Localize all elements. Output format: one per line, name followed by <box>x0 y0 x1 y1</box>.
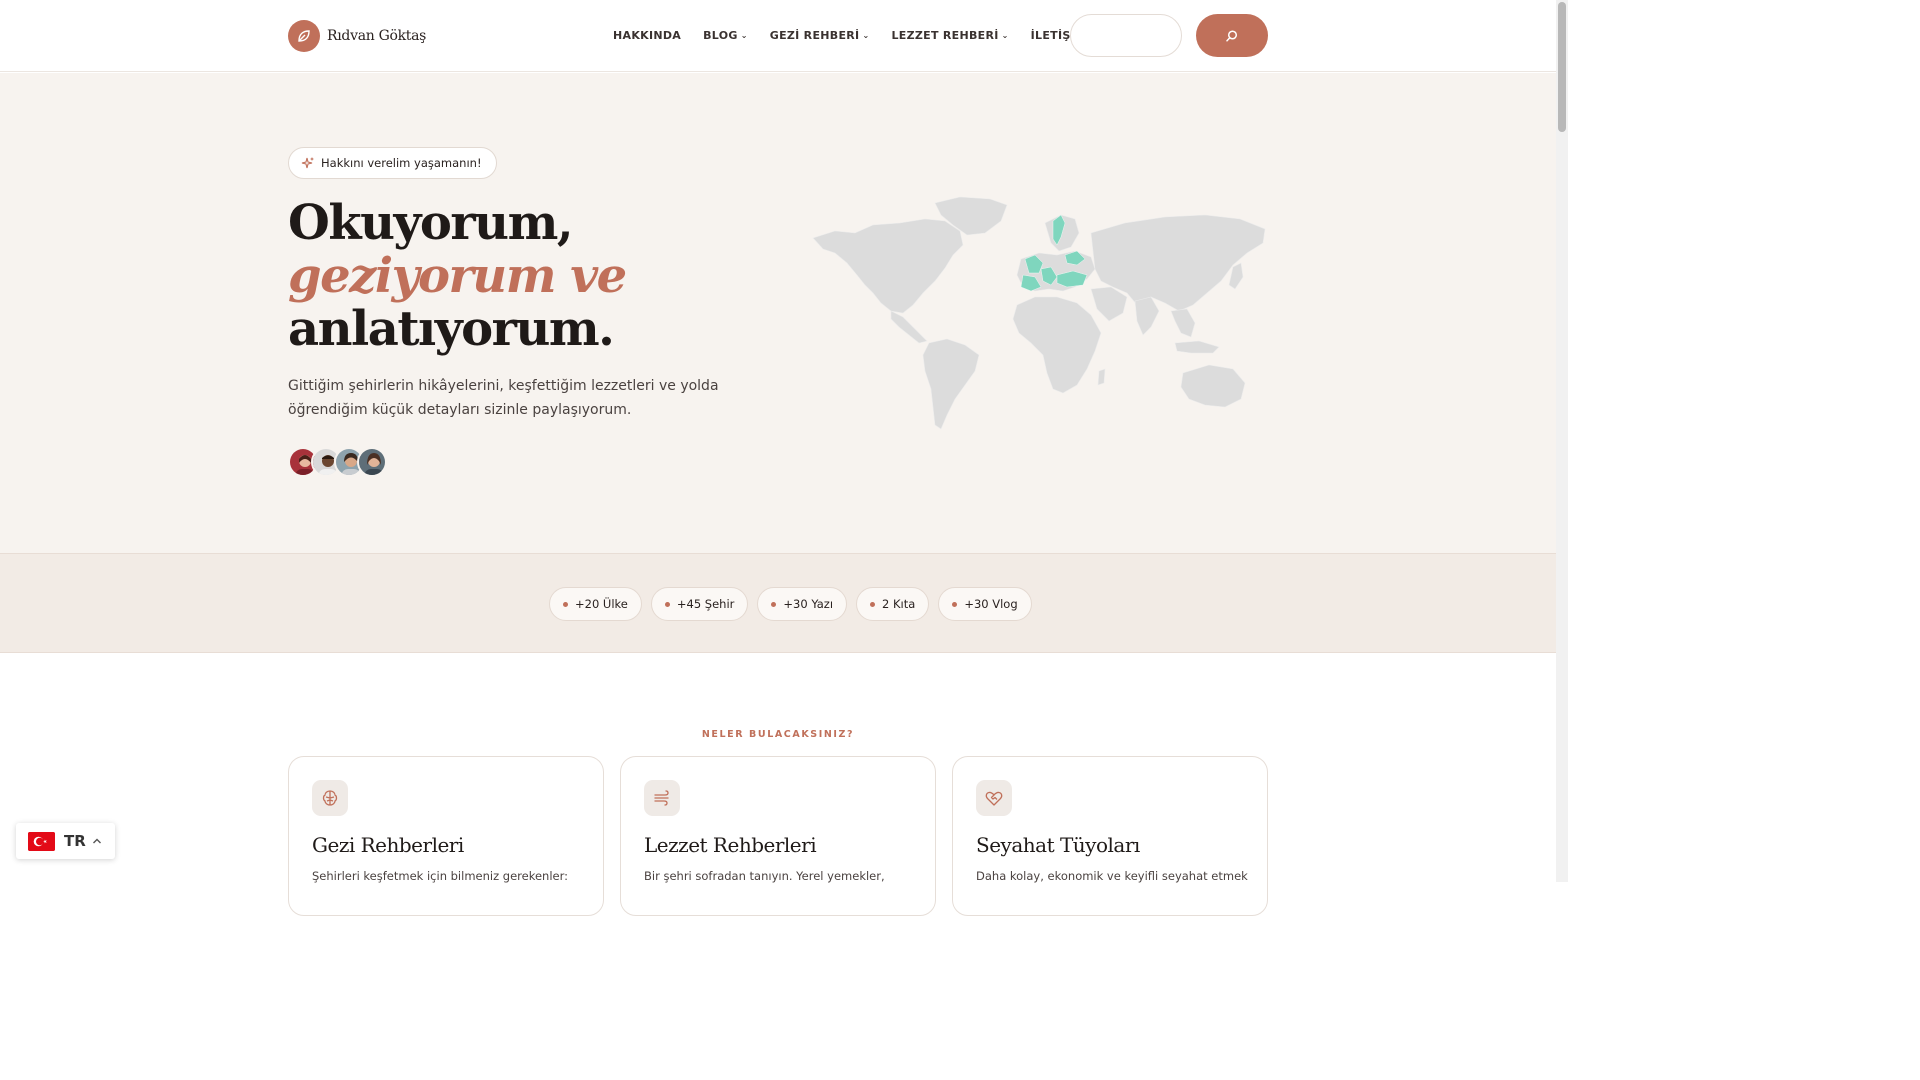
language-switcher[interactable]: TR <box>16 823 115 859</box>
stat-label: +20 Ülke <box>575 597 628 611</box>
scrollbar-thumb[interactable] <box>1558 2 1566 132</box>
feature-card-lezzet[interactable]: Lezzet Rehberleri Bir şehri sofradan tan… <box>620 756 936 916</box>
avatar <box>357 447 387 477</box>
bullet-dot-icon <box>952 601 958 607</box>
card-description: Şehirleri keşfetmek için bilmeniz gereke… <box>312 869 568 883</box>
tagline-text: Hakkını verelim yaşamanın! <box>321 156 482 170</box>
leaf-logo-icon <box>288 20 320 52</box>
nav-item-gezi-rehberi[interactable]: GEZİ REHBERİ ⌄ <box>770 29 870 42</box>
nav-label: GEZİ REHBERİ <box>769 29 860 42</box>
nav-item-hakkinda[interactable]: HAKKINDA <box>613 29 681 42</box>
headline-line-3: anlatıyorum. <box>288 301 615 357</box>
logo-text: Rıdvan Göktaş <box>327 28 427 44</box>
bullet-dot-icon <box>771 601 777 607</box>
hero-lead: Gittiğim şehirlerin hikâyelerini, keşfet… <box>288 378 719 418</box>
stat-label: +45 Şehir <box>676 597 735 611</box>
world-map <box>812 196 1266 430</box>
language-code: TR <box>64 832 86 850</box>
turkey-flag-icon <box>28 831 55 851</box>
main-nav: HAKKINDA BLOG ⌄ GEZİ REHBERİ ⌄ LEZZET REHB… <box>613 29 1108 42</box>
bullet-dot-icon <box>870 601 876 607</box>
card-title: Gezi Rehberleri <box>312 833 464 857</box>
features-section: NELER BULACAKSINIZ? Gezi Rehberleri Şehi… <box>0 654 1556 916</box>
section-kicker: NELER BULACAKSINIZ? <box>701 729 855 740</box>
stat-label: +30 Yazı <box>783 597 834 611</box>
stat-chip: +20 Ülke <box>549 587 642 621</box>
chevron-down-icon: ⌄ <box>1001 31 1009 40</box>
tagline-pill: Hakkını verelim yaşamanın! <box>288 147 497 179</box>
feature-card-gezi[interactable]: Gezi Rehberleri Şehirleri keşfetmek için… <box>288 756 604 916</box>
chevron-up-icon <box>92 838 101 844</box>
card-title: Lezzet Rehberleri <box>644 833 817 857</box>
bullet-dot-icon <box>563 601 568 607</box>
stat-chip: +45 Şehir <box>650 587 749 621</box>
chevron-down-icon: ⌄ <box>740 31 748 40</box>
bullet-dot-icon <box>664 601 670 607</box>
stat-chip: +30 Yazı <box>757 587 848 621</box>
stats-list: +20 Ülke +45 Şehir +30 Yazı 2 Kıta +30 V… <box>549 587 1041 621</box>
nav-item-blog[interactable]: BLOG ⌄ <box>703 29 748 42</box>
card-description: Daha kolay, ekonomik ve keyifli seyahat … <box>976 869 1248 883</box>
avatar-group <box>288 447 387 477</box>
feature-card-tuyolar[interactable]: Seyahat Tüyoları Daha kolay, ekonomik ve… <box>952 756 1268 916</box>
brain-icon <box>312 780 348 816</box>
site-logo[interactable]: Rıdvan Göktaş <box>288 20 426 52</box>
search-input[interactable] <box>1070 14 1182 57</box>
nav-item-lezzet-rehberi[interactable]: LEZZET REHBERİ ⌄ <box>891 29 1008 42</box>
stat-chip: +30 Vlog <box>938 587 1032 621</box>
stat-chip: 2 Kıta <box>856 587 930 621</box>
page-scrollbar[interactable] <box>1556 0 1568 882</box>
hero-headline: Okuyorum, geziyorum ve anlatıyorum. <box>288 195 627 357</box>
card-description: Bir şehri sofradan tanıyın. Yerel yemekl… <box>644 869 885 883</box>
stat-label: 2 Kıta <box>882 597 916 611</box>
headline-line-2: geziyorum ve <box>288 248 627 304</box>
stat-label: +30 Vlog <box>964 597 1018 611</box>
headline-line-1: Okuyorum, <box>288 195 574 251</box>
site-header: Rıdvan Göktaş HAKKINDA BLOG ⌄ GEZİ REHBER… <box>0 0 1556 72</box>
search-icon <box>1226 29 1238 42</box>
stats-band: +20 Ülke +45 Şehir +30 Yazı 2 Kıta +30 V… <box>0 553 1556 653</box>
nav-label: BLOG <box>703 29 738 42</box>
nav-label: LEZZET REHBERİ <box>891 29 999 42</box>
card-title: Seyahat Tüyoları <box>976 833 1140 857</box>
search-button[interactable] <box>1196 14 1268 57</box>
chevron-down-icon: ⌄ <box>862 31 870 40</box>
wind-icon <box>644 780 680 816</box>
sparkles-icon <box>301 157 314 169</box>
nav-label: HAKKINDA <box>613 29 682 42</box>
heart-handshake-icon <box>976 780 1012 816</box>
hero-section: Hakkını verelim yaşamanın! Okuyorum, gez… <box>0 73 1556 553</box>
